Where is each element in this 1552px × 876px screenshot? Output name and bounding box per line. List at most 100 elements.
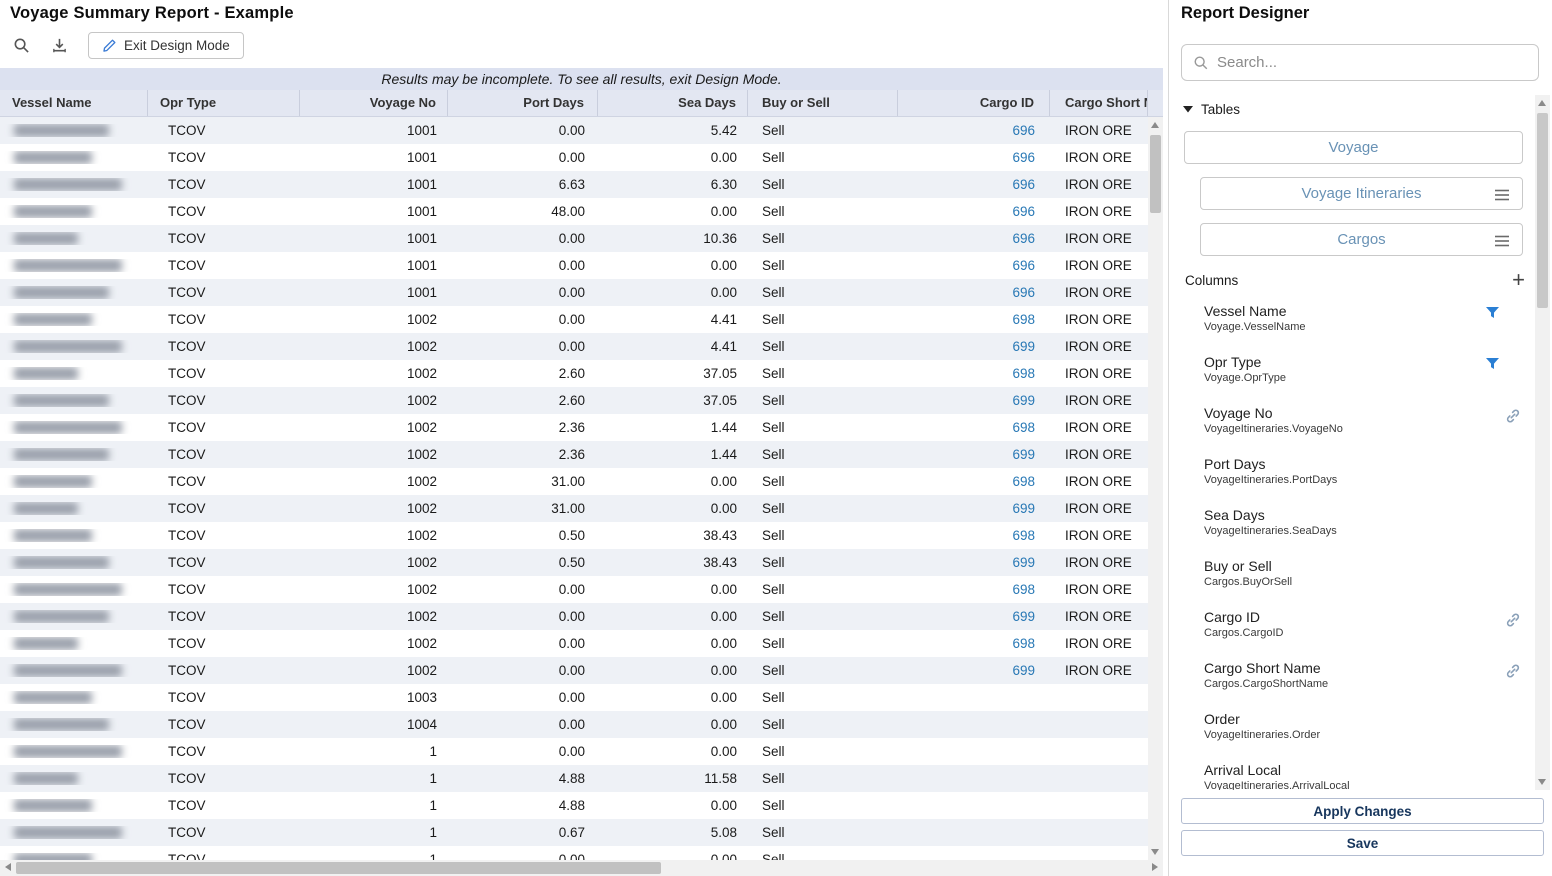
- table-row[interactable]: TCOV10010.000.00Sell696IRON ORE: [0, 144, 1148, 171]
- cargo-id-link[interactable]: 698: [898, 366, 1050, 381]
- table-row[interactable]: TCOV10010.005.42Sell696IRON ORE: [0, 117, 1148, 144]
- column-header[interactable]: Voyage No: [300, 90, 448, 116]
- column-header[interactable]: Port Days: [448, 90, 598, 116]
- cargo-id-link[interactable]: 698: [898, 528, 1050, 543]
- column-header[interactable]: Vessel Name: [0, 90, 148, 116]
- designer-scrollbar[interactable]: [1535, 95, 1550, 790]
- menu-icon[interactable]: [1494, 188, 1510, 205]
- cargo-id-link[interactable]: 699: [898, 609, 1050, 624]
- search-icon[interactable]: [12, 36, 30, 54]
- scroll-down-icon[interactable]: [1151, 849, 1159, 855]
- cargo-id-link[interactable]: 698: [898, 312, 1050, 327]
- scroll-left-icon[interactable]: [5, 863, 11, 871]
- table-row[interactable]: TCOV10022.361.44Sell699IRON ORE: [0, 441, 1148, 468]
- vessel-name-cell: [0, 853, 148, 860]
- filter-icon[interactable]: [1485, 306, 1500, 320]
- apply-changes-button[interactable]: Apply Changes: [1181, 798, 1544, 824]
- designer-column-item[interactable]: Vessel NameVoyage.VesselName: [1169, 296, 1535, 347]
- table-row[interactable]: TCOV10010.0010.36Sell696IRON ORE: [0, 225, 1148, 252]
- table-row[interactable]: TCOV10022.6037.05Sell699IRON ORE: [0, 387, 1148, 414]
- scroll-up-icon[interactable]: [1538, 100, 1546, 106]
- table-row[interactable]: TCOV10016.636.30Sell696IRON ORE: [0, 171, 1148, 198]
- scroll-right-icon[interactable]: [1152, 863, 1158, 871]
- table-row[interactable]: TCOV10.675.08Sell: [0, 819, 1148, 846]
- table-row[interactable]: TCOV14.880.00Sell: [0, 792, 1148, 819]
- cargo-id-link[interactable]: 696: [898, 285, 1050, 300]
- cargo-id-link[interactable]: 699: [898, 393, 1050, 408]
- table-row[interactable]: TCOV10020.5038.43Sell699IRON ORE: [0, 549, 1148, 576]
- vertical-scrollbar-thumb[interactable]: [1150, 135, 1161, 213]
- cargo-id-link[interactable]: 699: [898, 555, 1050, 570]
- cargo-id-link[interactable]: 698: [898, 636, 1050, 651]
- table-row[interactable]: TCOV100231.000.00Sell698IRON ORE: [0, 468, 1148, 495]
- table-button-voyage[interactable]: Voyage: [1184, 131, 1523, 164]
- designer-column-item[interactable]: OrderVoyageItineraries.Order: [1169, 704, 1535, 755]
- scroll-down-icon[interactable]: [1538, 779, 1546, 785]
- cargo-id-link[interactable]: 696: [898, 204, 1050, 219]
- voyage-no-cell: 1001: [300, 258, 448, 273]
- link-icon[interactable]: [1505, 612, 1521, 628]
- designer-column-item[interactable]: Voyage NoVoyageItineraries.VoyageNo: [1169, 398, 1535, 449]
- cargo-id-link[interactable]: 696: [898, 123, 1050, 138]
- cargo-id-link[interactable]: 699: [898, 501, 1050, 516]
- designer-search-input[interactable]: [1217, 54, 1527, 71]
- table-row[interactable]: TCOV10020.000.00Sell699IRON ORE: [0, 657, 1148, 684]
- table-row[interactable]: TCOV14.8811.58Sell: [0, 765, 1148, 792]
- column-header[interactable]: Opr Type: [148, 90, 300, 116]
- column-header[interactable]: Cargo ID: [898, 90, 1050, 116]
- table-button-cargos[interactable]: Cargos: [1200, 223, 1523, 256]
- cargo-id-link[interactable]: 699: [898, 339, 1050, 354]
- link-icon[interactable]: [1505, 663, 1521, 679]
- table-row[interactable]: TCOV10020.004.41Sell699IRON ORE: [0, 333, 1148, 360]
- cargo-id-link[interactable]: 696: [898, 177, 1050, 192]
- table-row[interactable]: TCOV10022.361.44Sell698IRON ORE: [0, 414, 1148, 441]
- designer-column-item[interactable]: Opr TypeVoyage.OprType: [1169, 347, 1535, 398]
- table-row[interactable]: TCOV10020.000.00Sell698IRON ORE: [0, 630, 1148, 657]
- designer-column-item[interactable]: Port DaysVoyageItineraries.PortDays: [1169, 449, 1535, 500]
- table-row[interactable]: TCOV10020.004.41Sell698IRON ORE: [0, 306, 1148, 333]
- column-header[interactable]: Sea Days: [598, 90, 748, 116]
- add-column-icon[interactable]: +: [1512, 272, 1525, 288]
- designer-scrollbar-thumb[interactable]: [1537, 113, 1548, 308]
- table-button-voyage-itineraries[interactable]: Voyage Itineraries: [1200, 177, 1523, 210]
- table-row[interactable]: TCOV10020.5038.43Sell698IRON ORE: [0, 522, 1148, 549]
- table-row[interactable]: TCOV10.000.00Sell: [0, 738, 1148, 765]
- table-row[interactable]: TCOV100231.000.00Sell699IRON ORE: [0, 495, 1148, 522]
- cargo-id-link[interactable]: 699: [898, 663, 1050, 678]
- designer-search-box[interactable]: [1181, 44, 1539, 81]
- table-row[interactable]: TCOV10010.000.00Sell696IRON ORE: [0, 279, 1148, 306]
- designer-column-item[interactable]: Cargo Short NameCargos.CargoShortName: [1169, 653, 1535, 704]
- table-row[interactable]: TCOV10020.000.00Sell698IRON ORE: [0, 576, 1148, 603]
- table-vertical-scrollbar[interactable]: [1148, 117, 1163, 860]
- cargo-id-link[interactable]: 696: [898, 150, 1050, 165]
- tables-section-toggle[interactable]: Tables: [1183, 102, 1240, 117]
- filter-icon[interactable]: [1485, 357, 1500, 371]
- table-row[interactable]: TCOV10030.000.00Sell: [0, 684, 1148, 711]
- designer-column-item[interactable]: Sea DaysVoyageItineraries.SeaDays: [1169, 500, 1535, 551]
- cargo-id-link[interactable]: 698: [898, 582, 1050, 597]
- table-row[interactable]: TCOV10020.000.00Sell699IRON ORE: [0, 603, 1148, 630]
- cargo-id-link[interactable]: 699: [898, 447, 1050, 462]
- menu-icon[interactable]: [1494, 234, 1510, 251]
- designer-column-item[interactable]: Arrival LocalVoyageItineraries.ArrivalLo…: [1169, 755, 1535, 790]
- cargo-id-link[interactable]: 696: [898, 231, 1050, 246]
- cargo-id-link[interactable]: 698: [898, 474, 1050, 489]
- cargo-id-link[interactable]: 696: [898, 258, 1050, 273]
- column-header[interactable]: Cargo Short Name: [1050, 90, 1148, 116]
- table-row[interactable]: TCOV100148.000.00Sell696IRON ORE: [0, 198, 1148, 225]
- scroll-up-icon[interactable]: [1151, 122, 1159, 128]
- link-icon[interactable]: [1505, 408, 1521, 424]
- column-header[interactable]: Buy or Sell: [748, 90, 898, 116]
- table-row[interactable]: TCOV10.000.00Sell: [0, 846, 1148, 860]
- exit-design-mode-button[interactable]: Exit Design Mode: [88, 32, 244, 59]
- horizontal-scrollbar-thumb[interactable]: [16, 862, 661, 874]
- cargo-id-link[interactable]: 698: [898, 420, 1050, 435]
- designer-column-item[interactable]: Buy or SellCargos.BuyOrSell: [1169, 551, 1535, 602]
- table-horizontal-scrollbar[interactable]: [0, 860, 1163, 876]
- designer-column-item[interactable]: Cargo IDCargos.CargoID: [1169, 602, 1535, 653]
- table-row[interactable]: TCOV10022.6037.05Sell698IRON ORE: [0, 360, 1148, 387]
- save-button[interactable]: Save: [1181, 830, 1544, 856]
- table-row[interactable]: TCOV10010.000.00Sell696IRON ORE: [0, 252, 1148, 279]
- download-icon[interactable]: [50, 36, 68, 54]
- table-row[interactable]: TCOV10040.000.00Sell: [0, 711, 1148, 738]
